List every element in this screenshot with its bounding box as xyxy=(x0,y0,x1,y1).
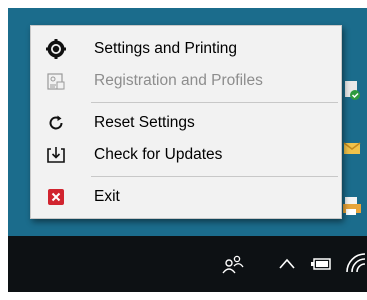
menu-separator xyxy=(91,102,338,103)
menu-item-label: Settings and Printing xyxy=(94,40,238,57)
people-icon[interactable] xyxy=(222,254,244,279)
taskbar xyxy=(8,236,367,292)
menu-item-reset-settings[interactable]: Reset Settings xyxy=(31,108,341,138)
mail-icon[interactable] xyxy=(341,138,361,160)
context-menu: Settings and Printing Registration and P… xyxy=(30,25,342,219)
menu-item-registration-and-profiles[interactable]: Registration and Profiles xyxy=(31,66,341,96)
wifi-icon[interactable] xyxy=(345,252,367,279)
chevron-up-icon[interactable] xyxy=(278,256,296,275)
menu-item-settings-and-printing[interactable]: Settings and Printing xyxy=(31,34,341,64)
download-update-icon xyxy=(45,144,67,166)
menu-item-check-for-updates[interactable]: Check for Updates xyxy=(31,140,341,170)
menu-item-label: Check for Updates xyxy=(94,146,223,163)
menu-item-exit[interactable]: Exit xyxy=(31,182,341,212)
registration-profile-icon xyxy=(45,70,67,92)
exit-x-icon xyxy=(45,186,67,208)
menu-separator xyxy=(91,176,338,177)
battery-icon[interactable] xyxy=(311,257,333,276)
menu-item-label: Exit xyxy=(94,188,120,205)
reset-arrow-icon xyxy=(45,112,67,134)
gear-icon xyxy=(45,38,67,60)
menu-item-label: Registration and Profiles xyxy=(94,72,263,89)
shield-check-icon[interactable] xyxy=(341,80,361,102)
menu-item-label: Reset Settings xyxy=(94,114,195,131)
printer-icon[interactable] xyxy=(341,195,361,217)
